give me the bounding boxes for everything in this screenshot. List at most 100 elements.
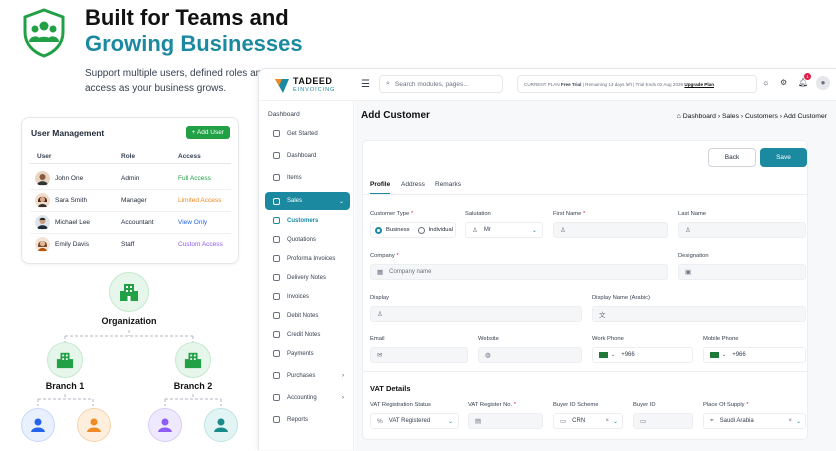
sidebar-item-reports[interactable]: Reports xyxy=(265,411,350,428)
user-icon xyxy=(31,418,45,432)
website-label: Website xyxy=(478,336,499,342)
building-icon: ▦ xyxy=(377,269,384,276)
gear-icon[interactable]: ⚙ xyxy=(780,78,787,87)
globe-icon: ◍ xyxy=(485,352,491,359)
back-button[interactable]: Back xyxy=(708,148,756,167)
sidebar-item-credit-notes[interactable]: Credit Notes xyxy=(265,326,350,343)
display-field[interactable]: ♙ xyxy=(370,306,582,322)
business-radio[interactable] xyxy=(375,226,382,234)
sidebar-item-items[interactable]: Items xyxy=(265,169,350,186)
user-icon xyxy=(87,418,101,432)
user-icon: ♙ xyxy=(685,227,691,234)
first-name-field[interactable]: ♙ xyxy=(553,222,668,238)
sidebar-item-label: Get Started xyxy=(287,130,318,137)
quotation-icon xyxy=(273,236,280,243)
add-user-button[interactable]: + Add User xyxy=(185,126,230,139)
email-field[interactable]: ✉ xyxy=(370,347,468,363)
sidebar-item-invoices[interactable]: Invoices xyxy=(265,288,350,305)
reports-icon xyxy=(273,416,280,423)
vat-status-label: VAT Registration Status xyxy=(370,402,431,408)
organization-node xyxy=(109,272,149,312)
work-phone-label: Work Phone xyxy=(592,336,624,342)
sidebar-item-quotations[interactable]: Quotations xyxy=(265,231,350,248)
id-card-icon: ▭ xyxy=(560,418,567,425)
buyer-id-scheme-label: Buyer ID Scheme xyxy=(553,402,599,408)
user-management-card: User Management + Add User User Role Acc… xyxy=(21,117,239,264)
tab-remarks[interactable]: Remarks xyxy=(435,181,461,188)
user-role: Staff xyxy=(121,241,135,248)
search-input[interactable]: ⌕ Search modules, pages... xyxy=(379,75,503,93)
vat-register-no-field[interactable]: ▤ xyxy=(468,413,543,429)
chevron-down-icon: ⌄ xyxy=(531,227,537,234)
individual-radio[interactable] xyxy=(417,226,425,234)
display-arabic-field[interactable]: 文 xyxy=(592,306,806,322)
user-icon: ♙ xyxy=(377,311,383,318)
main-content: Add Customer ⌂ Dashboard › Sales › Custo… xyxy=(355,101,836,451)
buyer-id-field[interactable]: ▭ xyxy=(633,413,693,429)
last-name-field[interactable]: ♙ xyxy=(678,222,806,238)
sidebar-item-debit-notes[interactable]: Debit Notes xyxy=(265,307,350,324)
mobile-phone-code: +966 xyxy=(732,352,746,358)
tab-bar: Profile Address Remarks xyxy=(363,175,809,195)
tab-address[interactable]: Address xyxy=(401,181,425,188)
avatar[interactable]: ● xyxy=(816,76,830,90)
user-name: Sara Smith xyxy=(55,197,88,204)
place-of-supply-label: Place Of Supply * xyxy=(703,402,749,408)
chevron-down-icon: ⌄ xyxy=(447,418,453,425)
saudi-flag-icon xyxy=(599,352,608,358)
sidebar-item-label: Items xyxy=(287,174,302,181)
work-phone-field[interactable]: ⌄ +966 xyxy=(592,347,693,363)
vat-status-select[interactable]: % VAT Registered ⌄ xyxy=(370,413,459,429)
sidebar-item-payments[interactable]: Payments xyxy=(265,345,350,362)
clear-icon[interactable]: × xyxy=(605,418,609,424)
user-access: Limited Access xyxy=(178,197,222,204)
company-field[interactable]: ▦ Company name xyxy=(370,264,668,280)
customer-type-radio-group: Business Individual xyxy=(370,222,456,238)
sidebar-item-purchases[interactable]: Purchases › xyxy=(265,367,350,384)
chevron-down-icon: ⌄ xyxy=(612,418,618,425)
website-field[interactable]: ◍ xyxy=(478,347,582,363)
sidebar-item-get-started[interactable]: Get Started xyxy=(265,125,350,142)
table-row[interactable]: Michael Lee Accountant View Only xyxy=(30,212,231,234)
user-icon: ♙ xyxy=(472,227,478,234)
place-of-supply-select[interactable]: ⌖ Saudi Arabia × ⌄ xyxy=(703,413,806,429)
sidebar-item-label: Dashboard xyxy=(287,152,317,159)
avatar xyxy=(35,171,50,186)
user-access: Full Access xyxy=(178,175,211,182)
tab-profile[interactable]: Profile xyxy=(370,181,391,194)
chevron-down-icon: ⌄ xyxy=(795,418,801,425)
chevron-down-icon: ⌄ xyxy=(611,352,616,358)
vat-status-value: VAT Registered xyxy=(388,418,431,424)
user-icon xyxy=(158,418,172,432)
sidebar-item-accounting[interactable]: Accounting › xyxy=(265,389,350,406)
designation-field[interactable]: ▣ xyxy=(678,264,806,280)
building-icon xyxy=(56,352,74,369)
salutation-select[interactable]: ♙ Mr ⌄ xyxy=(465,222,543,238)
save-button[interactable]: Save xyxy=(760,148,807,167)
buyer-id-scheme-select[interactable]: ▭ CRN × ⌄ xyxy=(553,413,623,429)
sales-icon xyxy=(273,197,280,205)
building-icon xyxy=(120,284,138,301)
sidebar-item-dashboard[interactable]: Dashboard xyxy=(265,147,350,164)
sidebar-item-proforma-invoices[interactable]: Proforma Invoices xyxy=(265,250,350,267)
user-name: John One xyxy=(55,175,84,182)
mobile-phone-field[interactable]: ⌄ +966 xyxy=(703,347,806,363)
branch-1-label: Branch 1 xyxy=(45,381,85,391)
table-row[interactable]: Emily Davis Staff Custom Access xyxy=(30,234,231,256)
clear-icon[interactable]: × xyxy=(788,418,792,424)
customer-type-label: Customer Type * xyxy=(370,211,414,217)
table-row[interactable]: John One Admin Full Access xyxy=(30,168,231,190)
upgrade-plan-link[interactable]: Upgrade Plan xyxy=(684,82,714,87)
building-icon xyxy=(184,352,202,369)
individual-radio-label: Individual xyxy=(428,227,454,233)
sidebar-item-sales[interactable]: Sales ⌄ xyxy=(265,192,350,210)
sidebar-item-delivery-notes[interactable]: Delivery Notes xyxy=(265,269,350,286)
mobile-phone-label: Mobile Phone xyxy=(703,336,739,342)
table-row[interactable]: Sara Smith Manager Limited Access xyxy=(30,190,231,212)
divider xyxy=(363,371,809,372)
sun-icon[interactable]: ☼ xyxy=(762,78,769,87)
hero-subtitle: Support multiple users, defined roles an… xyxy=(85,66,260,96)
breadcrumb[interactable]: ⌂ Dashboard › Sales › Customers › Add Cu… xyxy=(677,113,827,120)
sidebar-item-customers[interactable]: Customers xyxy=(265,212,350,229)
menu-icon[interactable]: ☰ xyxy=(361,79,370,90)
